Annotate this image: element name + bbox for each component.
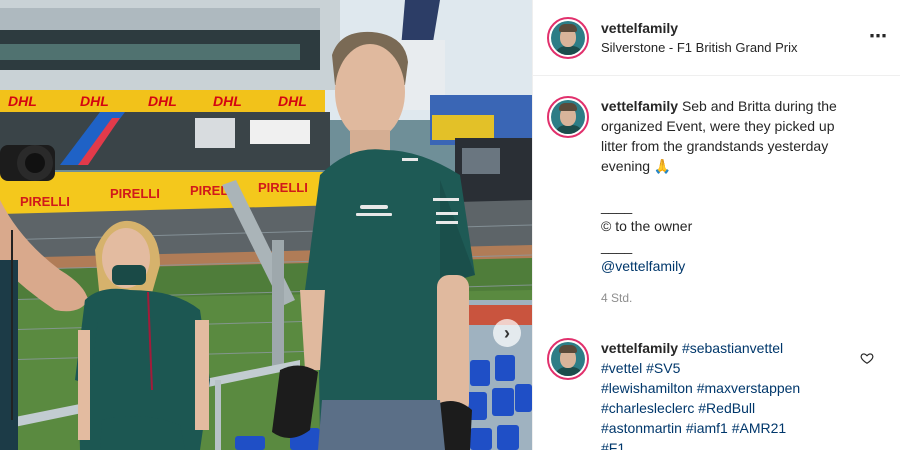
hashtag-line[interactable]: #F1 — [601, 438, 871, 450]
header-location[interactable]: Silverstone - F1 British Grand Prix — [601, 38, 798, 57]
next-photo-button[interactable]: › — [493, 319, 521, 347]
hashtag-line[interactable]: #vettel #SV5 — [601, 358, 871, 378]
caption-username[interactable]: vettelfamily — [601, 98, 678, 114]
post-details-panel: vettelfamily Silverstone - F1 British Gr… — [532, 0, 900, 450]
caption-mention-link[interactable]: @vettelfamily — [601, 256, 871, 276]
hashtag-link[interactable]: #sebastianvettel — [682, 340, 783, 356]
caption: vettelfamily Seb and Britta during the o… — [533, 96, 885, 308]
comment-avatar[interactable] — [547, 338, 589, 380]
dhl-logo: DHL — [278, 93, 307, 109]
caption-line: © to the owner — [601, 218, 693, 234]
header-username[interactable]: vettelfamily — [601, 19, 798, 38]
pirelli-logo: PIRELLI — [258, 180, 308, 195]
like-comment-heart-icon[interactable] — [860, 351, 874, 365]
caption-line: ____ — [601, 238, 633, 254]
instagram-post: DHL DHL DHL DHL DHL PIRELLI PIRELLI PIRE… — [0, 0, 900, 450]
hashtag-line[interactable]: #charlesleclerc #RedBull — [601, 398, 871, 418]
pirelli-logo: PIRELLI — [20, 194, 70, 209]
post-photo[interactable]: DHL DHL DHL DHL DHL PIRELLI PIRELLI PIRE… — [0, 0, 532, 450]
more-options-icon[interactable]: ⋯ — [869, 26, 888, 47]
avatar-image — [551, 20, 585, 55]
comment-text: vettelfamily #sebastianvettel #vettel #S… — [601, 338, 871, 450]
hashtag-line[interactable]: #astonmartin #iamf1 #AMR21 — [601, 418, 871, 438]
header-text: vettelfamily Silverstone - F1 British Gr… — [601, 19, 798, 57]
avatar[interactable] — [547, 16, 589, 59]
caption-line: organized Event, were they picked up — [601, 118, 835, 134]
photo-scene: DHL DHL DHL DHL DHL PIRELLI PIRELLI PIRE… — [0, 0, 532, 450]
post-header: vettelfamily Silverstone - F1 British Gr… — [533, 0, 900, 76]
caption-line: ____ — [601, 198, 633, 214]
dhl-logo: DHL — [8, 93, 37, 109]
caption-line: Seb and Britta during the — [681, 98, 837, 114]
hashtag-comment: vettelfamily #sebastianvettel #vettel #S… — [533, 338, 885, 450]
dhl-logo: DHL — [213, 93, 242, 109]
caption-text: vettelfamily Seb and Britta during the o… — [601, 96, 871, 308]
hashtag-line[interactable]: #lewishamilton #maxverstappen — [601, 378, 871, 398]
caption-avatar[interactable] — [547, 96, 589, 138]
avatar-image — [551, 100, 585, 134]
dhl-logo: DHL — [80, 93, 109, 109]
caption-line: litter from the grandstands yesterday — [601, 138, 829, 154]
caption-line: evening 🙏 — [601, 158, 672, 174]
dhl-logo: DHL — [148, 93, 177, 109]
pirelli-logo: PIRELLI — [110, 186, 160, 201]
post-timestamp[interactable]: 4 Std. — [601, 288, 871, 308]
avatar-image — [551, 342, 585, 376]
comment-username[interactable]: vettelfamily — [601, 340, 678, 356]
